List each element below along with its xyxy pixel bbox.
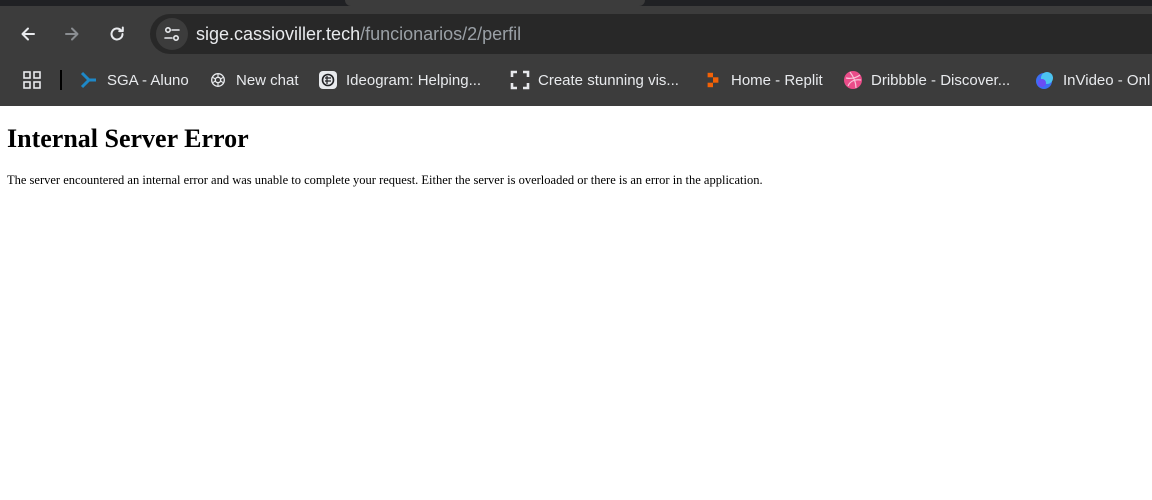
bookmarks-separator — [60, 70, 62, 90]
bookmark-replit[interactable]: Home - Replit — [703, 62, 823, 98]
arrow-right-icon — [65, 27, 79, 41]
reload-button[interactable] — [99, 16, 135, 52]
bookmarks-bar: SGA - Aluno New chat Ideogram: Helping..… — [0, 62, 1152, 98]
reload-icon — [110, 26, 124, 41]
bookmark-label: New chat — [236, 71, 299, 89]
error-title: Internal Server Error — [7, 124, 249, 153]
page-content: Internal Server Error The server encount… — [0, 106, 1152, 500]
bookmark-sga-aluno[interactable]: SGA - Aluno — [79, 62, 189, 98]
error-message: The server encountered an internal error… — [7, 173, 763, 187]
bookmark-ideogram[interactable]: Ideogram: Helping... — [318, 62, 481, 98]
bookmark-new-chat[interactable]: New chat — [208, 62, 299, 98]
bookmark-label: Dribbble - Discover... — [871, 71, 1011, 89]
sga-icon — [79, 70, 99, 90]
apps-grid-icon[interactable] — [22, 70, 42, 90]
url-path: /funcionarios/2/perfil — [360, 24, 522, 44]
bookmark-label: Ideogram: Helping... — [346, 71, 482, 89]
address-bar[interactable]: sige.cassioviller.tech/funcionarios/2/pe… — [150, 14, 1152, 54]
tune-icon — [164, 26, 180, 42]
url-text[interactable]: sige.cassioviller.tech/funcionarios/2/pe… — [196, 14, 521, 54]
bookmark-label: SGA - Aluno — [107, 71, 189, 89]
back-button[interactable] — [10, 16, 46, 52]
dribbble-icon — [843, 70, 863, 90]
bookmark-dribbble[interactable]: Dribbble - Discover... — [843, 62, 1010, 98]
bookmark-label: InVideo - Onl — [1063, 71, 1151, 89]
bookmark-label: Home - Replit — [731, 71, 823, 89]
browser-chrome: sige.cassioviller.tech/funcionarios/2/pe… — [0, 0, 1152, 106]
site-info-button[interactable] — [156, 18, 188, 50]
bookmark-invideo[interactable]: InVideo - Onl — [1035, 62, 1150, 98]
invideo-icon — [1035, 70, 1055, 90]
bookmark-label: Create stunning vis... — [538, 71, 679, 89]
ideogram-icon — [318, 70, 338, 90]
forward-button[interactable] — [54, 16, 90, 52]
openai-icon — [208, 70, 228, 90]
url-host: sige.cassioviller.tech — [196, 24, 361, 44]
browser-toolbar: sige.cassioviller.tech/funcionarios/2/pe… — [0, 6, 1152, 62]
arrow-left-icon — [21, 27, 35, 41]
frame-icon — [510, 70, 530, 90]
replit-icon — [703, 70, 723, 90]
bookmark-create-stunning[interactable]: Create stunning vis... — [510, 62, 679, 98]
